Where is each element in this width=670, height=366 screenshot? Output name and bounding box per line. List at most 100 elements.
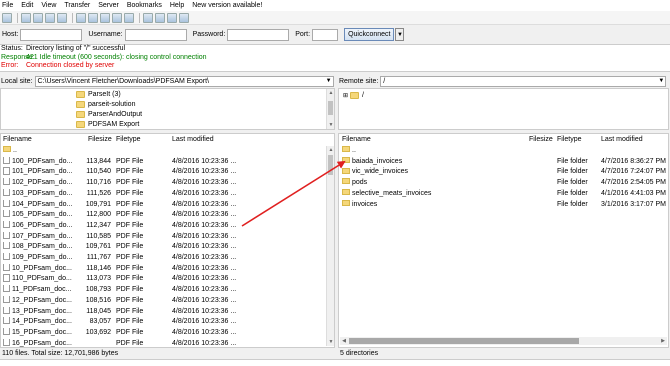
tree-item-root[interactable]: ⊞ / [343, 90, 364, 100]
table-row[interactable]: baiada_invoices File folder 4/7/2016 8:36:… [339, 156, 668, 168]
password-input[interactable] [227, 28, 290, 41]
toggle-queue-icon[interactable] [57, 12, 67, 23]
table-row[interactable]: 101_PDFsam_do... 110,540 PDF File 4/8/2016 … [1, 167, 334, 178]
process-queue-icon[interactable] [88, 12, 98, 23]
table-row[interactable]: 110_PDFsam_do... 113,073 PDF File 4/8/2016 … [1, 274, 334, 285]
remote-path-input[interactable]: / ▼ [380, 75, 667, 87]
table-row[interactable]: 13_PDFsam_doc... 118,045 PDF File 4/8/2016 … [1, 306, 334, 318]
host-input[interactable] [20, 28, 83, 41]
table-row[interactable]: invoices File folder 3/1/2016 3:17:07 PM [339, 199, 668, 211]
pdf-file-icon [3, 210, 10, 218]
table-row[interactable]: 106_PDFsam_do... 112,347 PDF File 4/8/2016 … [1, 220, 334, 232]
scroll-left-icon[interactable]: ◀ [340, 337, 348, 345]
remote-status: 5 directories [340, 350, 379, 357]
menu-view[interactable]: View [41, 2, 56, 9]
folder-icon [76, 90, 85, 98]
chevron-down-icon[interactable]: ▼ [658, 77, 664, 86]
toggle-log-icon[interactable] [21, 12, 31, 23]
parent-directory-row[interactable]: .. [339, 146, 668, 157]
remote-horizontal-scrollbar[interactable]: ◀ ▶ [340, 337, 667, 345]
scroll-down-icon[interactable]: ▼ [327, 338, 334, 346]
pdf-file-icon [3, 306, 10, 314]
scroll-right-icon[interactable]: ▶ [659, 337, 667, 345]
table-row[interactable]: 14_PDFsam_doc... 83,057 PDF File 4/8/2016 1… [1, 317, 334, 328]
column-header-filetype[interactable]: Filetype [557, 134, 582, 146]
expand-icon[interactable]: ⊞ [343, 92, 348, 99]
row-filename: 109_PDFsam_do... [12, 254, 73, 261]
table-row[interactable]: 103_PDFsam_do... 111,526 PDF File 4/8/2016 … [1, 188, 334, 200]
quickconnect-button[interactable]: Quickconnect [344, 28, 395, 41]
local-path-input[interactable]: C:\Users\Vincent Fletcher\Downloads\PDFS… [34, 75, 334, 87]
local-list-scrollbar[interactable]: ▲ ▼ [326, 146, 334, 346]
row-last-modified: 4/8/2016 10:23:36 ... [172, 296, 237, 304]
table-row[interactable]: 12_PDFsam_doc... 108,516 PDF File 4/8/2016 … [1, 295, 334, 307]
toggle-local-tree-icon[interactable] [33, 12, 43, 23]
chevron-down-icon[interactable]: ▼ [326, 77, 332, 86]
column-header-filesize[interactable]: Filesize [529, 134, 553, 146]
row-filesize: 112,800 [86, 211, 111, 219]
table-row[interactable]: 108_PDFsam_do... 109,761 PDF File 4/8/2016 … [1, 242, 334, 253]
scroll-up-icon[interactable]: ▲ [327, 146, 334, 154]
menu-new-version[interactable]: New version available! [192, 2, 262, 9]
table-row[interactable]: pods File folder 4/7/2016 2:54:05 PM [339, 178, 668, 189]
toggle-remote-tree-icon[interactable] [45, 12, 55, 23]
table-row[interactable]: vic_wide_invoices File folder 4/7/2016 7:2… [339, 167, 668, 178]
menu-server[interactable]: Server [98, 2, 119, 9]
table-row[interactable]: 109_PDFsam_do... 111,767 PDF File 4/8/2016 … [1, 253, 334, 264]
row-filename: 100_PDFsam_do... [12, 157, 73, 165]
site-manager-icon[interactable] [2, 12, 12, 23]
scroll-down-icon[interactable]: ▼ [327, 121, 334, 129]
dir-comparison-icon[interactable] [155, 12, 165, 23]
table-row[interactable]: 104_PDFsam_do... 109,791 PDF File 4/8/2016 … [1, 199, 334, 211]
table-row[interactable]: 102_PDFsam_do... 110,716 PDF File 4/8/2016 … [1, 178, 334, 189]
reconnect-icon[interactable] [124, 12, 134, 23]
table-row[interactable]: 10_PDFsam_doc... 118,146 PDF File 4/8/2016 … [1, 263, 334, 275]
menu-transfer[interactable]: Transfer [64, 2, 90, 9]
row-filesize: 111,767 [86, 254, 111, 261]
scrollbar-thumb[interactable] [349, 338, 579, 344]
cancel-operation-icon[interactable] [100, 12, 110, 23]
table-row[interactable]: selective_meats_invoices File folder 4/1/2… [339, 188, 668, 200]
column-header-filetype[interactable]: Filetype [116, 134, 141, 146]
directory-filter-icon[interactable] [143, 12, 153, 23]
scrollbar-thumb[interactable] [328, 101, 333, 115]
scroll-up-icon[interactable]: ▲ [327, 89, 334, 97]
table-row[interactable]: 11_PDFsam_doc... 108,793 PDF File 4/8/2016 … [1, 285, 334, 296]
table-row[interactable]: 16_PDFsam_doc... PDF File 4/8/2016 10:23:3… [1, 338, 334, 347]
folder-icon [342, 167, 350, 174]
column-header-last-modified[interactable]: Last modified [172, 134, 214, 146]
disconnect-icon[interactable] [112, 12, 122, 23]
menu-bookmarks[interactable]: Bookmarks [127, 2, 162, 9]
column-header-last-modified[interactable]: Last modified [601, 134, 643, 146]
tree-item[interactable]: ParserAndOutput [76, 109, 142, 119]
username-input[interactable] [124, 28, 187, 41]
table-row[interactable]: 15_PDFsam_doc... 103,692 PDF File 4/8/2016 … [1, 327, 334, 339]
folder-icon [342, 199, 350, 206]
remote-path-text: / [383, 77, 386, 85]
row-filename: selective_meats_invoices [352, 189, 432, 197]
tree-item[interactable]: parseit-solution [76, 99, 135, 109]
tree-item[interactable]: PDFSAM Export [76, 119, 139, 129]
menu-help[interactable]: Help [170, 2, 184, 9]
table-row[interactable]: 100_PDFsam_do... 113,844 PDF File 4/8/2016 … [1, 156, 334, 168]
menu-file[interactable]: File [2, 2, 13, 9]
column-header-filename[interactable]: Filename [3, 134, 32, 146]
row-last-modified: 4/8/2016 10:23:36 ... [172, 286, 237, 294]
table-row[interactable]: 107_PDFsam_do... 110,585 PDF File 4/8/2016 … [1, 231, 334, 243]
column-header-filename[interactable]: Filename [342, 134, 371, 146]
column-header-filesize[interactable]: Filesize [88, 134, 112, 146]
pdf-file-icon [3, 199, 10, 207]
menu-edit[interactable]: Edit [21, 2, 33, 9]
scrollbar-thumb[interactable] [328, 155, 333, 175]
search-icon[interactable] [179, 12, 189, 23]
table-row[interactable]: 105_PDFsam_do... 112,800 PDF File 4/8/2016 … [1, 210, 334, 221]
local-tree-scrollbar[interactable]: ▲ ▼ [326, 89, 334, 129]
refresh-icon[interactable] [76, 12, 86, 23]
row-filetype: PDF File [116, 168, 144, 176]
tree-item[interactable]: ParseIt (3) [76, 89, 121, 99]
parent-directory-row[interactable]: .. [1, 146, 334, 157]
sync-browsing-icon[interactable] [167, 12, 177, 23]
row-last-modified: 4/8/2016 10:23:36 ... [172, 339, 237, 347]
port-input[interactable] [312, 28, 339, 41]
quickconnect-dropdown-icon[interactable]: ▼ [395, 28, 405, 41]
